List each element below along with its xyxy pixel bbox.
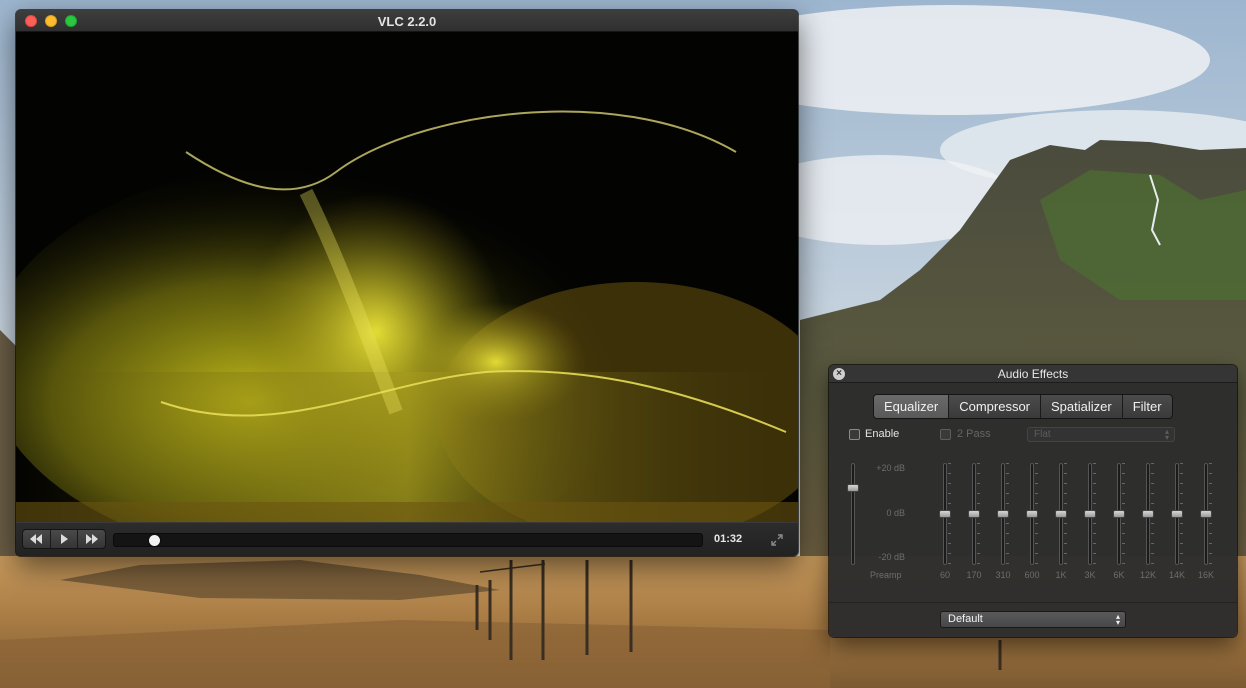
preamp-slider[interactable] [847,463,859,565]
band-slider-14k[interactable] [1171,463,1183,565]
rewind-icon [30,534,43,544]
enable-label: Enable [865,428,900,440]
tab-filter[interactable]: Filter [1123,395,1172,418]
select-arrows-icon: ▴ ▾ [1115,611,1120,627]
audio-effects-title: Audio Effects [997,367,1069,381]
preamp-label: Preamp [870,570,902,580]
db-label-mid: 0 dB [886,508,905,518]
band-label: 60 [939,570,950,580]
band-label: 16K [1197,570,1214,580]
slider-thumb[interactable] [939,510,951,518]
tab-compressor[interactable]: Compressor [949,395,1041,418]
video-display[interactable] [16,32,798,556]
tab-spatializer[interactable]: Spatializer [1041,395,1123,418]
db-label-top: +20 dB [876,463,905,473]
band-slider-170[interactable] [968,463,980,565]
transport-buttons [22,529,106,549]
band-slider-310[interactable] [997,463,1009,565]
band-label: 3K [1084,570,1096,580]
two-pass-checkbox[interactable] [940,429,951,440]
play-button[interactable] [51,530,79,548]
band-slider-60[interactable] [939,463,951,565]
preset-value: Flat [1034,429,1051,440]
slider-thumb[interactable] [847,483,859,492]
band-label: 600 [1024,570,1040,580]
audio-visualization [16,32,798,556]
select-arrows-icon: ▴ ▾ [1164,426,1169,442]
rewind-button[interactable] [23,530,51,548]
fast-forward-icon [85,534,98,544]
fullscreen-button[interactable] [764,530,790,550]
band-label: 170 [966,570,982,580]
band-slider-3k[interactable] [1084,463,1096,565]
band-slider-16k[interactable] [1200,463,1212,565]
slider-thumb[interactable] [997,510,1009,518]
band-label: 14K [1168,570,1185,580]
band-label: 6K [1113,570,1125,580]
enable-checkbox[interactable] [849,429,860,440]
fullscreen-icon [771,534,783,546]
band-label: 310 [995,570,1011,580]
vlc-window: VLC 2.2.0 01:32 [16,10,798,556]
preset-select[interactable]: Flat ▴ ▾ [1027,427,1175,442]
audio-effects-panel: × Audio Effects Equalizer Compressor Spa… [829,365,1237,637]
title-bar[interactable]: VLC 2.2.0 [16,10,798,32]
slider-thumb[interactable] [1055,510,1067,518]
seek-knob[interactable] [148,535,160,546]
two-pass-label: 2 Pass [957,428,991,440]
panel-divider [829,602,1237,603]
profile-value: Default [948,613,983,625]
band-slider-12k[interactable] [1142,463,1154,565]
tab-equalizer[interactable]: Equalizer [874,395,950,418]
band-slider-600[interactable] [1026,463,1038,565]
slider-track [851,463,855,565]
playback-controls: 01:32 [16,522,798,556]
slider-thumb[interactable] [1026,510,1038,518]
slider-thumb[interactable] [1142,510,1154,518]
slider-thumb[interactable] [1113,510,1125,518]
band-slider-6k[interactable] [1113,463,1125,565]
slider-thumb[interactable] [968,510,980,518]
effects-tabs: Equalizer Compressor Spatializer Filter [873,394,1173,419]
play-icon [61,534,68,544]
fast-forward-button[interactable] [78,530,105,548]
elapsed-time[interactable]: 01:32 [714,533,742,545]
band-slider-1k[interactable] [1055,463,1067,565]
db-label-bottom: -20 dB [878,552,905,562]
slider-thumb[interactable] [1200,510,1212,518]
band-label: 1K [1055,570,1067,580]
slider-thumb[interactable] [1084,510,1096,518]
slider-thumb[interactable] [1171,510,1183,518]
seek-bar[interactable] [113,533,703,547]
profile-select[interactable]: Default ▴ ▾ [940,611,1126,628]
band-label: 12K [1139,570,1156,580]
window-title: VLC 2.2.0 [377,14,437,29]
audio-effects-titlebar[interactable]: × Audio Effects [829,365,1237,383]
